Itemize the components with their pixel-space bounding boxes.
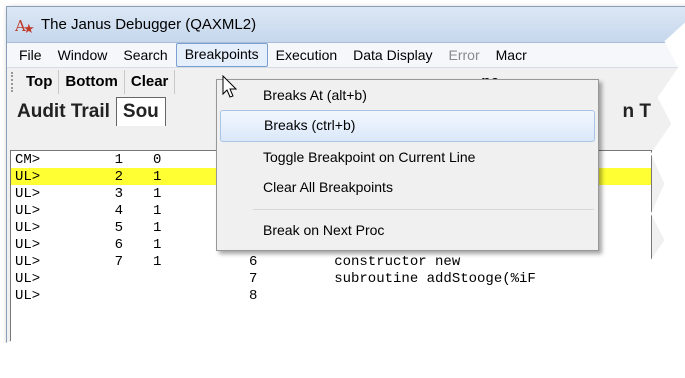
menu-search[interactable]: Search xyxy=(115,44,175,66)
title-bar: A ★ The Janus Debugger (QAXML2) xyxy=(7,7,685,43)
menu-data-display[interactable]: Data Display xyxy=(345,44,440,66)
row-line: 4 xyxy=(114,202,123,219)
menu-bar: File Window Search Breakpoints Execution… xyxy=(7,43,685,68)
row-line: 2 xyxy=(114,168,123,185)
row-tag: CM> xyxy=(15,151,41,168)
row-line: 5 xyxy=(114,219,123,236)
menu-error[interactable]: Error xyxy=(441,44,488,66)
toolbar-grip[interactable] xyxy=(11,72,17,92)
menu-item-break-on-next-proc[interactable]: Break on Next Proc xyxy=(217,215,598,245)
top-button[interactable]: Top xyxy=(20,70,60,94)
menu-item-clear-all-breakpoints[interactable]: Clear All Breakpoints xyxy=(217,172,598,202)
row-code: constructor new xyxy=(309,253,461,270)
row-level: 1 xyxy=(153,253,162,270)
row-tag: UL> xyxy=(15,202,41,219)
menu-separator xyxy=(253,209,594,210)
row-tag: UL> xyxy=(15,168,41,185)
tab-partial[interactable]: n T xyxy=(617,98,658,126)
menu-file[interactable]: File xyxy=(11,44,50,66)
janus-app-icon: A ★ xyxy=(14,15,35,37)
row-source-line: 7 xyxy=(249,270,258,287)
menu-execution[interactable]: Execution xyxy=(268,44,345,66)
row-line: 6 xyxy=(114,236,123,253)
menu-macros[interactable]: Macr xyxy=(488,44,535,66)
row-tag: UL> xyxy=(15,270,41,287)
row-line: 3 xyxy=(114,185,123,202)
screenshot-frame: A ★ The Janus Debugger (QAXML2) File Wind… xyxy=(0,0,685,353)
table-row: UL> 7 subroutine addStooge(%iF xyxy=(11,270,651,287)
menu-item-breaks-at[interactable]: Breaks At (alt+b) xyxy=(217,80,598,110)
tab-source[interactable]: Sou xyxy=(115,97,166,126)
menu-breakpoints[interactable]: Breakpoints xyxy=(175,43,268,67)
mouse-pointer-icon xyxy=(222,74,240,99)
row-code: subroutine addStooge(%iF xyxy=(309,270,536,287)
menu-item-breaks[interactable]: Breaks (ctrl+b) xyxy=(220,110,595,142)
row-line: 7 xyxy=(114,253,123,270)
row-source-line: 8 xyxy=(249,287,258,304)
table-row: UL> 8 xyxy=(11,287,651,304)
row-tag: UL> xyxy=(15,185,41,202)
tab-audit-trail[interactable]: Audit Trail xyxy=(11,98,116,126)
breakpoints-menu: Breaks At (alt+b) Breaks (ctrl+b) Toggle… xyxy=(216,79,599,251)
row-source-line: 6 xyxy=(249,253,258,270)
window-title: The Janus Debugger (QAXML2) xyxy=(41,16,257,33)
bottom-button[interactable]: Bottom xyxy=(59,70,125,94)
row-tag: UL> xyxy=(15,253,41,270)
menu-item-toggle-breakpoint[interactable]: Toggle Breakpoint on Current Line xyxy=(217,142,598,172)
svg-text:★: ★ xyxy=(23,22,35,35)
row-tag: UL> xyxy=(15,287,41,304)
row-tag: UL> xyxy=(15,236,41,253)
menu-window[interactable]: Window xyxy=(50,44,116,66)
row-line: 1 xyxy=(114,151,123,168)
clear-button[interactable]: Clear xyxy=(125,70,176,94)
row-tag: UL> xyxy=(15,219,41,236)
table-row: UL> 7 1 6 constructor new xyxy=(11,253,651,270)
